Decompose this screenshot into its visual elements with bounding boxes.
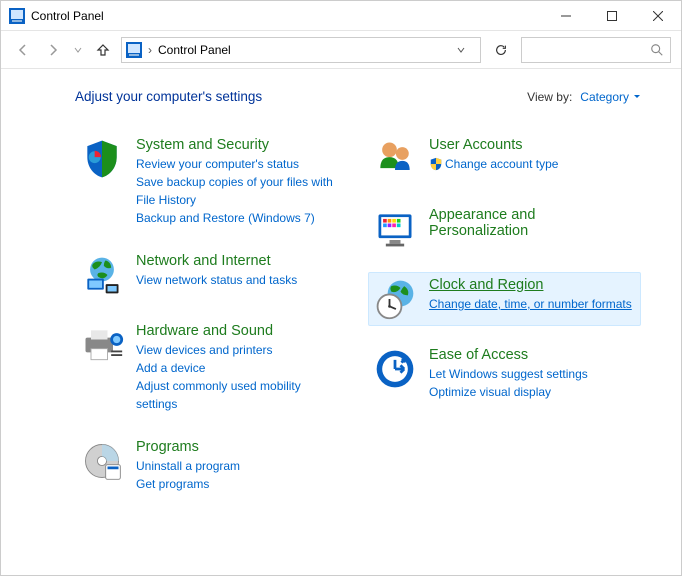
category-programs[interactable]: Programs Uninstall a program Get program… xyxy=(75,434,348,498)
uac-shield-icon xyxy=(429,157,443,171)
address-bar[interactable]: › Control Panel xyxy=(121,37,481,63)
category-link[interactable]: View devices and printers xyxy=(136,341,343,359)
category-link[interactable]: Uninstall a program xyxy=(136,457,343,475)
clock-globe-icon xyxy=(373,277,417,321)
shield-icon xyxy=(80,137,124,181)
users-icon xyxy=(373,137,417,181)
category-link[interactable]: Add a device xyxy=(136,359,343,377)
category-clock-region[interactable]: Clock and Region Change date, time, or n… xyxy=(368,272,641,326)
category-title[interactable]: Appearance and Personalization xyxy=(429,207,636,239)
search-icon xyxy=(650,43,664,57)
category-network[interactable]: Network and Internet View network status… xyxy=(75,248,348,302)
chevron-down-icon xyxy=(633,93,641,101)
window-buttons xyxy=(543,1,681,31)
category-link[interactable]: Let Windows suggest settings xyxy=(429,365,636,383)
disc-icon xyxy=(80,439,124,483)
titlebar: Control Panel xyxy=(1,1,681,31)
breadcrumb-separator-icon: › xyxy=(148,43,152,57)
view-by-label: View by: xyxy=(527,90,572,104)
forward-button[interactable] xyxy=(41,38,65,62)
monitor-icon xyxy=(373,207,417,251)
search-input[interactable] xyxy=(521,37,671,63)
category-link[interactable]: Optimize visual display xyxy=(429,383,636,401)
maximize-button[interactable] xyxy=(589,1,635,31)
printer-icon xyxy=(80,323,124,367)
category-link[interactable]: Change date, time, or number formats xyxy=(429,295,636,313)
ease-of-access-icon xyxy=(373,347,417,391)
category-link[interactable]: Review your computer's status xyxy=(136,155,343,173)
category-link[interactable]: Save backup copies of your files with Fi… xyxy=(136,173,343,209)
globe-icon xyxy=(80,253,124,297)
category-grid: System and Security Review your computer… xyxy=(75,132,641,498)
view-by-value: Category xyxy=(580,90,629,104)
up-button[interactable] xyxy=(91,38,115,62)
category-link[interactable]: Change account type xyxy=(429,155,636,173)
page-heading: Adjust your computer's settings xyxy=(75,89,527,104)
category-link[interactable]: Adjust commonly used mobility settings xyxy=(136,377,343,413)
category-system-security[interactable]: System and Security Review your computer… xyxy=(75,132,348,232)
category-title[interactable]: System and Security xyxy=(136,137,343,153)
category-title[interactable]: User Accounts xyxy=(429,137,636,153)
category-link[interactable]: View network status and tasks xyxy=(136,271,343,289)
category-appearance[interactable]: Appearance and Personalization xyxy=(368,202,641,256)
view-by-selector[interactable]: Category xyxy=(580,90,641,104)
category-user-accounts[interactable]: User Accounts Change account type xyxy=(368,132,641,186)
minimize-button[interactable] xyxy=(543,1,589,31)
navigation-toolbar: › Control Panel xyxy=(1,31,681,69)
recent-dropdown[interactable] xyxy=(71,38,85,62)
close-button[interactable] xyxy=(635,1,681,31)
category-title[interactable]: Clock and Region xyxy=(429,277,636,293)
control-panel-icon xyxy=(9,8,25,24)
category-title[interactable]: Hardware and Sound xyxy=(136,323,343,339)
address-dropdown-icon[interactable] xyxy=(456,45,476,55)
control-panel-icon xyxy=(126,42,142,58)
window-title: Control Panel xyxy=(31,9,543,23)
breadcrumb[interactable]: Control Panel xyxy=(158,43,450,57)
content-area: Adjust your computer's settings View by:… xyxy=(1,69,681,575)
back-button[interactable] xyxy=(11,38,35,62)
heading-row: Adjust your computer's settings View by:… xyxy=(75,89,641,104)
category-title[interactable]: Network and Internet xyxy=(136,253,343,269)
category-hardware[interactable]: Hardware and Sound View devices and prin… xyxy=(75,318,348,418)
category-title[interactable]: Programs xyxy=(136,439,343,455)
category-link[interactable]: Backup and Restore (Windows 7) xyxy=(136,209,343,227)
refresh-button[interactable] xyxy=(487,37,515,63)
category-ease-of-access[interactable]: Ease of Access Let Windows suggest setti… xyxy=(368,342,641,406)
category-link[interactable]: Get programs xyxy=(136,475,343,493)
category-title[interactable]: Ease of Access xyxy=(429,347,636,363)
